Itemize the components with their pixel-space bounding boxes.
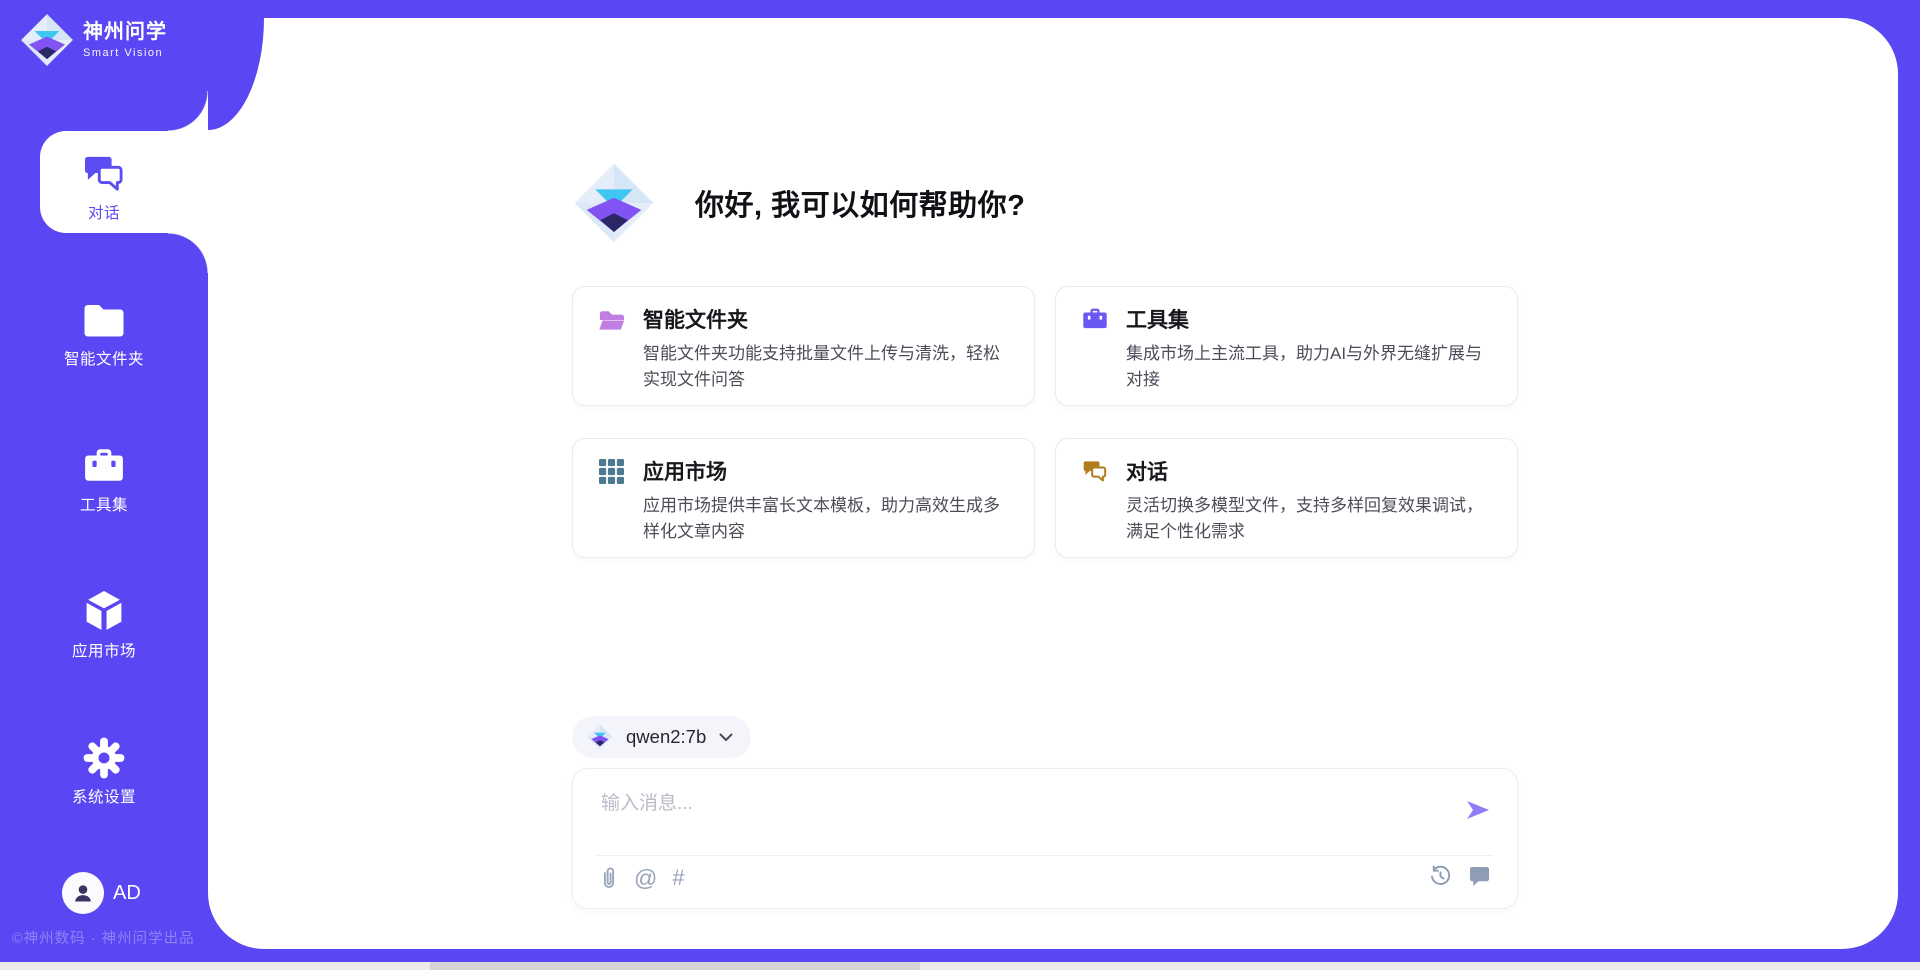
feature-cards: 智能文件夹 智能文件夹功能支持批量文件上传与清洗，轻松实现文件问答 工具集 集成… [572,286,1518,558]
toolbox-icon [0,442,208,489]
card-description: 灵活切换多模型文件，支持多样回复效果调试，满足个性化需求 [1126,493,1496,545]
briefcase-icon [1081,306,1108,333]
card-title: 对话 [1126,456,1168,486]
sidebar-item-smart-folder[interactable]: 智能文件夹 [0,296,208,369]
sidebar-item-app-market[interactable]: 应用市场 [0,588,208,661]
folder-icon [0,296,208,343]
model-name: qwen2:7b [626,726,706,748]
user-name: AD [113,882,141,905]
model-selector[interactable]: qwen2:7b [572,716,751,758]
brand-name: 神州问学 [83,22,167,42]
avatar[interactable] [62,872,104,914]
card-title: 智能文件夹 [643,304,748,334]
card-toolset[interactable]: 工具集 集成市场上主流工具，助力AI与外界无缝扩展与对接 [1055,286,1518,406]
sidebar: 神州问学 Smart Vision 对话 智能文件夹 [0,0,208,970]
send-icon[interactable] [1465,798,1491,822]
card-chat[interactable]: 对话 灵活切换多模型文件，支持多样回复效果调试，满足个性化需求 [1055,438,1518,558]
sidebar-item-label: 系统设置 [0,785,208,807]
message-composer: @ # [572,768,1518,909]
gem-logo-icon [587,724,613,750]
sidebar-item-settings[interactable]: 系统设置 [0,734,208,807]
chat-bubble-icon[interactable] [1468,866,1491,887]
sidebar-item-toolset[interactable]: 工具集 [0,442,208,515]
card-title: 工具集 [1126,304,1189,334]
chat-icon [1081,458,1108,485]
sidebar-footer-credit: ©神州数码 · 神州问学出品 [12,927,195,948]
chevron-down-icon [719,733,733,742]
brand-logo: 神州问学 Smart Vision [20,13,167,67]
at-sign-icon[interactable]: @ [634,865,657,891]
card-description: 智能文件夹功能支持批量文件上传与清洗，轻松实现文件问答 [643,341,1013,393]
card-smart-folder[interactable]: 智能文件夹 智能文件夹功能支持批量文件上传与清洗，轻松实现文件问答 [572,286,1035,406]
card-description: 应用市场提供丰富长文本模板，助力高效生成多样化文章内容 [643,493,1013,545]
sidebar-item-label: 工具集 [0,493,208,515]
gem-logo-icon [20,13,74,67]
grid-icon [598,458,625,485]
horizontal-scrollbar-track[interactable] [0,962,1920,970]
person-icon [71,881,95,905]
gear-icon [0,734,208,781]
history-icon[interactable] [1429,865,1452,888]
greeting-title: 你好, 我可以如何帮助你? [695,182,1025,224]
app-window: 神州问学 Smart Vision 对话 智能文件夹 [0,0,1920,970]
hash-icon[interactable]: # [672,865,684,891]
sidebar-item-label: 应用市场 [0,639,208,661]
composer-divider [597,855,1493,856]
sidebar-item-label: 对话 [0,201,208,223]
sidebar-item-label: 智能文件夹 [0,347,208,369]
greeting: 你好, 我可以如何帮助你? [573,162,1025,244]
horizontal-scrollbar-thumb[interactable] [430,962,920,970]
user-row[interactable]: AD [0,872,208,914]
paperclip-icon[interactable] [599,865,619,891]
brand-subtitle: Smart Vision [83,48,167,59]
sidebar-item-chat[interactable]: 对话 [0,150,208,223]
gem-logo-icon [573,162,655,244]
folder-open-icon [598,306,625,333]
card-title: 应用市场 [643,456,727,486]
card-description: 集成市场上主流工具，助力AI与外界无缝扩展与对接 [1126,341,1496,393]
card-app-market[interactable]: 应用市场 应用市场提供丰富长文本模板，助力高效生成多样化文章内容 [572,438,1035,558]
chat-bubbles-icon [0,150,208,197]
message-input[interactable] [599,786,1439,844]
cube-icon [0,588,208,635]
